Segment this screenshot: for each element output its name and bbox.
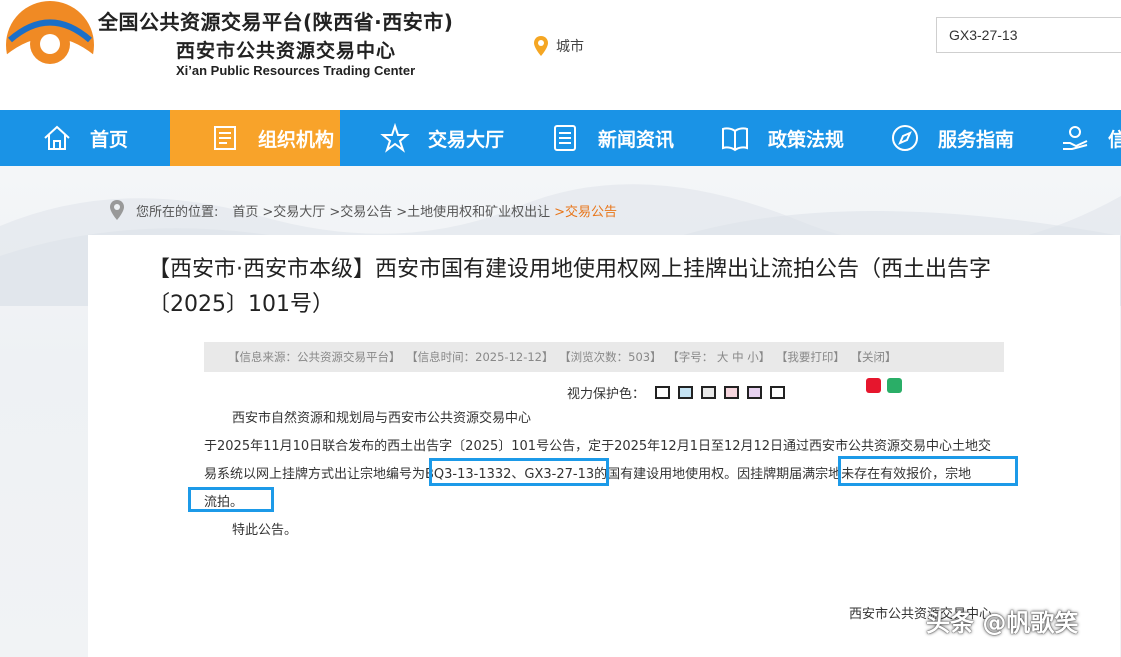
nav-item-label: 交易大厅 xyxy=(428,128,505,151)
nav-item-label: 首页 xyxy=(90,128,129,151)
nav-item-trading-hall[interactable]: 交易大厅 xyxy=(340,110,510,166)
nav-item-label: 政策法规 xyxy=(768,128,845,151)
nav-item-organization[interactable]: 组织机构 xyxy=(170,110,340,166)
breadcrumb-current[interactable]: >交易公告 xyxy=(554,201,617,220)
wechat-icon[interactable] xyxy=(887,378,902,393)
info-source: 【信息来源：公共资源交易平台】 xyxy=(228,350,401,364)
article-info-bar: 【信息来源：公共资源交易平台】 【信息时间：2025-12-12】 【浏览次数：… xyxy=(204,342,1004,372)
article-title-line-1: 【西安市·西安市本级】西安市国有建设用地使用权网上挂牌出让流拍公告（西土出告字 xyxy=(148,257,991,282)
eye-care-swatch[interactable] xyxy=(655,386,671,399)
city-selector[interactable]: 城市 xyxy=(534,36,584,56)
article-title-line-2: 〔2025〕101号） xyxy=(148,292,334,317)
site-title-english: Xi’an Public Resources Trading Center xyxy=(176,63,416,78)
search-input[interactable]: GX3-27-13 xyxy=(936,17,1121,53)
document-icon xyxy=(210,123,240,153)
closing-text: 特此公告。 xyxy=(232,523,298,538)
nav-item-info[interactable]: 信息 xyxy=(1020,110,1121,166)
hand-icon xyxy=(1060,123,1090,153)
eye-care-swatch[interactable] xyxy=(678,386,694,399)
breadcrumb-prefix: 您所在的位置: xyxy=(136,204,219,220)
site-title-main: 全国公共资源交易平台(陕西省·西安市) xyxy=(98,10,454,34)
eye-care-label: 视力保护色： xyxy=(567,387,646,402)
nav-item-policy[interactable]: 政策法规 xyxy=(680,110,850,166)
eye-care-swatch[interactable] xyxy=(747,386,763,399)
highlight-box-unsold xyxy=(188,487,274,512)
breadcrumb-item-trading-hall[interactable]: >交易大厅 xyxy=(262,201,325,220)
book-icon xyxy=(720,123,750,153)
font-size-selector[interactable]: 【字号： 大 中 小】 xyxy=(667,350,770,364)
nav-item-service-guide[interactable]: 服务指南 xyxy=(850,110,1020,166)
location-pin-icon xyxy=(534,36,548,56)
share-buttons xyxy=(866,378,902,393)
eye-care-swatch[interactable] xyxy=(724,386,740,399)
eye-care-swatch[interactable] xyxy=(701,386,717,399)
nav-item-label: 新闻资讯 xyxy=(598,128,675,151)
watermark: 头条 @帆歌笑 xyxy=(926,609,1079,637)
nav-item-home[interactable]: 首页 xyxy=(0,110,170,166)
paragraph-line-2: 于2025年11月10日联合发布的西土出告字〔2025〕101号公告，定于202… xyxy=(204,439,992,454)
compass-icon xyxy=(890,123,920,153)
article-title: 【西安市·西安市本级】西安市国有建设用地使用权网上挂牌出让流拍公告（西土出告字 … xyxy=(148,252,1078,322)
star-icon xyxy=(380,123,410,153)
city-label: 城市 xyxy=(556,39,584,55)
home-icon xyxy=(42,123,72,153)
site-logo[interactable] xyxy=(4,0,96,90)
highlight-box-no-valid-bid xyxy=(838,456,1018,486)
close-link[interactable]: 【关闭】 xyxy=(851,350,897,364)
site-title-sub: 西安市公共资源交易中心 xyxy=(176,40,397,62)
main-nav: 首页 组织机构 交易大厅 新闻资讯 政策法规 服务指南 信息 xyxy=(0,110,1121,166)
highlight-box-parcel-numbers xyxy=(429,458,609,486)
info-views: 【浏览次数：503】 xyxy=(559,350,662,364)
paragraph-line-1: 西安市自然资源和规划局与西安市公共资源交易中心 xyxy=(232,411,532,426)
breadcrumb-item-home[interactable]: 首页 xyxy=(232,201,258,220)
nav-item-label: 组织机构 xyxy=(258,128,335,151)
breadcrumb: 您所在的位置: 首页 >交易大厅 >交易公告 >土地使用权和矿业权出让 >交易公… xyxy=(110,200,621,220)
list-icon xyxy=(550,123,580,153)
location-pin-icon xyxy=(110,200,124,220)
nav-item-label: 信息 xyxy=(1108,128,1121,151)
eye-care-color-picker: 视力保护色： xyxy=(567,383,789,402)
info-time: 【信息时间：2025-12-12】 xyxy=(406,350,554,364)
eye-care-swatch[interactable] xyxy=(770,386,786,399)
breadcrumb-item-announcements[interactable]: >交易公告 xyxy=(329,201,392,220)
nav-item-news[interactable]: 新闻资讯 xyxy=(510,110,680,166)
site-header: 全国公共资源交易平台(陕西省·西安市) 西安市公共资源交易中心 Xi’an Pu… xyxy=(0,0,1121,110)
breadcrumb-item-land-rights[interactable]: >土地使用权和矿业权出让 xyxy=(396,201,550,220)
nav-item-label: 服务指南 xyxy=(938,128,1015,151)
weibo-icon[interactable] xyxy=(866,378,881,393)
print-link[interactable]: 【我要打印】 xyxy=(776,350,845,364)
